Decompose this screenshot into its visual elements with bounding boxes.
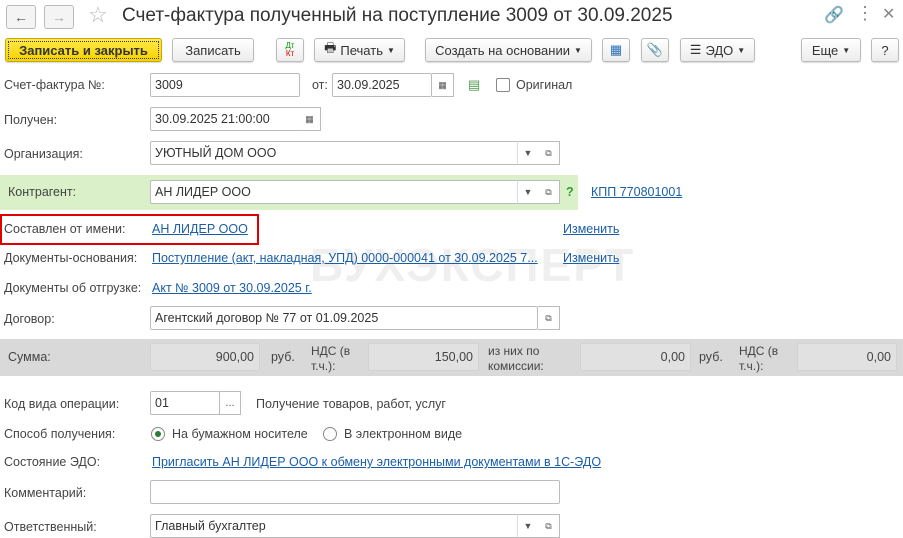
calendar-icon[interactable]: ▦ (299, 107, 321, 131)
vat2-value: 0,00 (797, 343, 897, 371)
open-icon[interactable]: ⧉ (538, 180, 560, 204)
invoice-number-input[interactable]: 3009 (150, 73, 300, 97)
chevron-down-icon[interactable]: ▼ (517, 180, 539, 204)
edo-state-label: Состояние ЭДО: (4, 455, 101, 469)
edo-label: ЭДО (705, 42, 734, 58)
more-label: Еще (811, 42, 839, 58)
structure-icon[interactable]: ▦ (602, 38, 630, 62)
method-paper-label: На бумажном носителе (172, 427, 308, 441)
method-label: Способ получения: (4, 427, 116, 441)
rub-label: руб. (271, 350, 295, 364)
chevron-down-icon[interactable]: ▼ (517, 514, 539, 538)
dt-kt-button[interactable]: Дт Кт (276, 38, 304, 62)
print-button[interactable]: 🖶 Печать ▼ (314, 38, 405, 62)
create-based-label: Создать на основании (435, 42, 570, 58)
original-label: Оригинал (516, 78, 573, 92)
back-button[interactable]: ← (6, 5, 36, 29)
open-icon[interactable]: ⧉ (538, 306, 560, 330)
op-code-select-button[interactable]: ... (219, 391, 241, 415)
change-base-docs-link[interactable]: Изменить (563, 251, 619, 265)
link-icon[interactable]: 🔗 (824, 5, 844, 25)
more-vertical-icon[interactable]: ⋮ (856, 3, 874, 24)
vat-label: НДС (в т.ч.): (311, 344, 351, 373)
edo-status-icon: ▤ (468, 77, 481, 92)
received-label: Получен: (4, 113, 58, 127)
help-button[interactable]: ? (871, 38, 899, 62)
vat2-label: НДС (в т.ч.): (739, 344, 779, 373)
on-behalf-link[interactable]: АН ЛИДЕР ООО (152, 222, 248, 236)
organization-select[interactable]: УЮТНЫЙ ДОМ ООО (150, 141, 538, 165)
op-code-label: Код вида операции: (4, 397, 120, 411)
edo-button[interactable]: ☰ ЭДО ▼ (680, 38, 755, 62)
forward-button[interactable]: → (44, 5, 74, 29)
help-question[interactable]: ? (566, 185, 574, 199)
method-paper-radio[interactable] (151, 427, 165, 441)
open-icon[interactable]: ⧉ (538, 141, 560, 165)
edo-invite-link[interactable]: Пригласить АН ЛИДЕР ООО к обмену электро… (152, 455, 601, 469)
contract-input[interactable]: Агентский договор № 77 от 01.09.2025 (150, 306, 538, 330)
base-docs-link[interactable]: Поступление (акт, накладная, УПД) 0000-0… (152, 251, 538, 265)
rub2-label: руб. (699, 350, 723, 364)
op-code-desc: Получение товаров, работ, услуг (256, 397, 446, 411)
kt-label: Кт (285, 49, 295, 58)
page-title: Счет-фактура полученный на поступление 3… (122, 5, 673, 26)
original-checkbox[interactable] (496, 78, 510, 92)
method-electronic-radio[interactable] (323, 427, 337, 441)
save-close-button[interactable]: Записать и закрыть (5, 38, 162, 62)
op-code-input[interactable]: 01 (150, 391, 220, 415)
on-behalf-label: Составлен от имени: (4, 222, 126, 236)
calendar-icon[interactable]: ▦ (432, 73, 454, 97)
kpp-link[interactable]: КПП 770801001 (591, 185, 682, 199)
responsible-select[interactable]: Главный бухгалтер (150, 514, 538, 538)
base-docs-label: Документы-основания: (4, 251, 138, 265)
open-icon[interactable]: ⧉ (538, 514, 560, 538)
contract-label: Договор: (4, 312, 55, 326)
attach-icon[interactable]: 📎 (641, 38, 669, 62)
invoice-label: Счет-фактура №: (4, 78, 105, 92)
org-label: Организация: (4, 147, 83, 161)
chevron-down-icon: ▼ (573, 45, 582, 55)
save-button[interactable]: Записать (172, 38, 254, 62)
responsible-label: Ответственный: (4, 520, 97, 534)
watermark: БУХЭКСПЕРТ (310, 239, 636, 291)
received-input[interactable]: 30.09.2025 21:00:00 (150, 107, 300, 131)
close-icon[interactable]: ✕ (882, 4, 895, 24)
favorite-star-icon[interactable]: ☆ (88, 2, 108, 28)
from-label: от: (312, 78, 328, 92)
comment-input[interactable] (150, 480, 560, 504)
chevron-down-icon: ▼ (386, 45, 395, 55)
method-electronic-label: В электронном виде (344, 427, 463, 441)
ship-docs-label: Документы об отгрузке: (4, 281, 142, 295)
edo-icon: ☰ (689, 42, 702, 57)
more-button[interactable]: Еще ▼ (801, 38, 861, 62)
comment-label: Комментарий: (4, 486, 87, 500)
create-based-button[interactable]: Создать на основании ▼ (425, 38, 592, 62)
change-on-behalf-link[interactable]: Изменить (563, 222, 619, 236)
invoice-date-input[interactable]: 30.09.2025 (332, 73, 432, 97)
chevron-down-icon[interactable]: ▼ (517, 141, 539, 165)
chevron-down-icon: ▼ (737, 45, 746, 55)
sum-value: 900,00 (150, 343, 260, 371)
sum-label: Сумма: (8, 350, 51, 364)
printer-icon: 🖶 (324, 40, 337, 55)
chevron-down-icon: ▼ (842, 45, 851, 55)
counterparty-label: Контрагент: (8, 185, 77, 199)
counterparty-select[interactable]: АН ЛИДЕР ООО (150, 180, 538, 204)
commission-label: из них по комиссии: (488, 344, 544, 373)
print-label: Печать (340, 42, 383, 58)
commission-value: 0,00 (580, 343, 691, 371)
vat-value: 150,00 (368, 343, 479, 371)
ship-docs-link[interactable]: Акт № 3009 от 30.09.2025 г. (152, 281, 312, 295)
